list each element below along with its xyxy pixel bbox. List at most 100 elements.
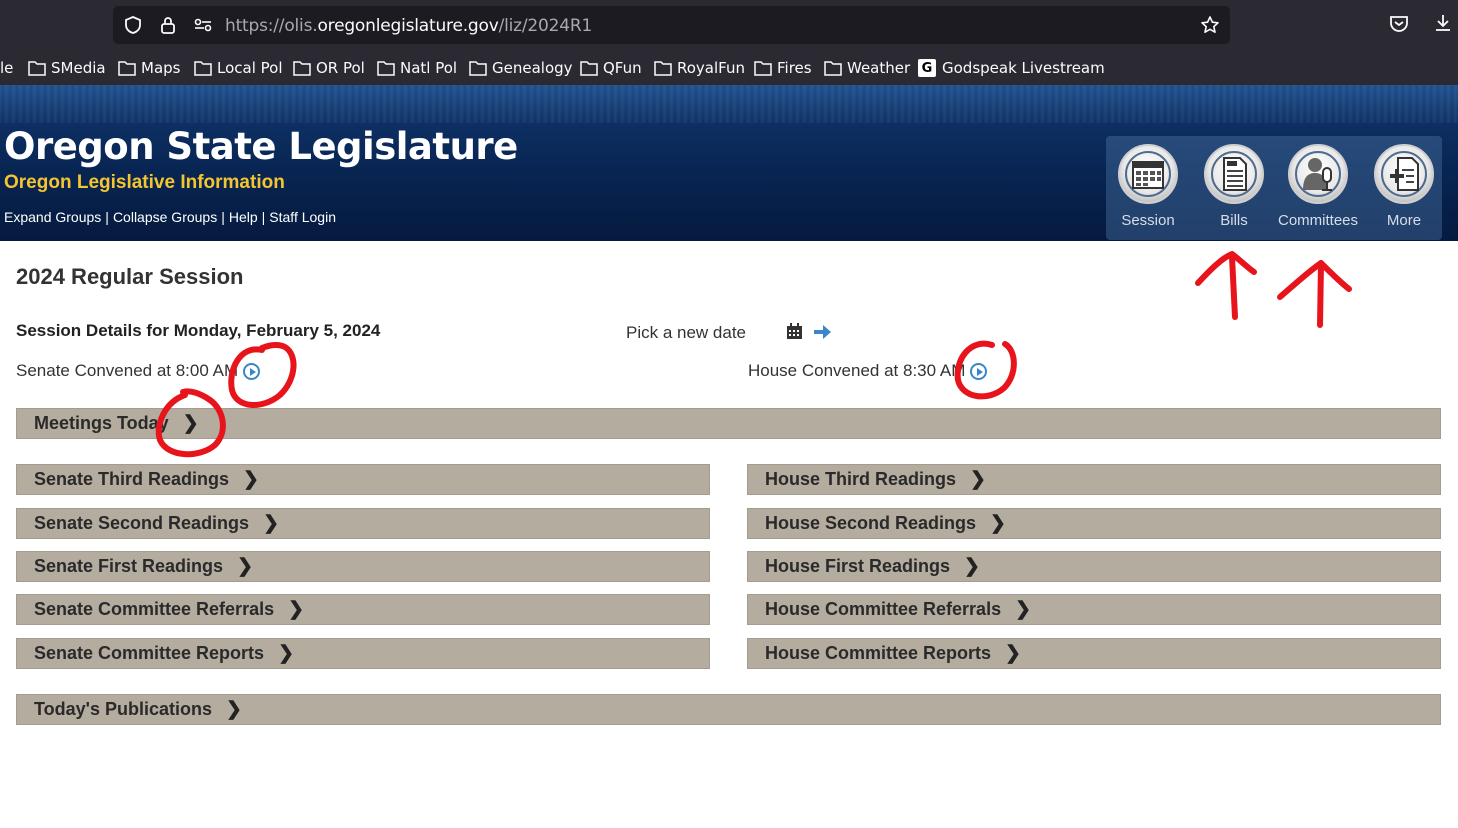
house-convened: House Convened at 8:30 AM xyxy=(748,361,988,381)
meetings-today-group[interactable]: Meetings Today ❯ xyxy=(16,408,1441,439)
site-subtitle: Oregon Legislative Information xyxy=(4,172,285,193)
browser-chrome: https://olis.oregonlegislature.gov/liz/2… xyxy=(0,0,1458,85)
house-third-readings-group[interactable]: House Third Readings ❯ xyxy=(747,464,1441,495)
link-separator: | xyxy=(105,209,109,225)
nav-committees-label: Committees xyxy=(1277,212,1359,229)
folder-icon xyxy=(194,61,212,76)
lock-icon[interactable] xyxy=(158,15,178,35)
help-link[interactable]: Help xyxy=(229,209,258,225)
pocket-icon[interactable] xyxy=(1388,12,1410,34)
senate-first-readings-group[interactable]: Senate First Readings ❯ xyxy=(16,551,710,582)
chevron-right-icon: ❯ xyxy=(225,699,242,720)
calendar-icon xyxy=(1118,144,1178,204)
shield-icon[interactable] xyxy=(123,15,143,35)
pick-date-label: Pick a new date xyxy=(626,323,747,342)
group-label: House First Readings xyxy=(765,556,951,576)
play-video-icon[interactable] xyxy=(243,362,261,380)
permissions-icon[interactable] xyxy=(193,15,213,35)
senate-second-readings-group[interactable]: Senate Second Readings ❯ xyxy=(16,508,710,539)
chevron-right-icon: ❯ xyxy=(237,556,253,577)
bookmark-folder-weather[interactable]: Weather xyxy=(824,56,910,80)
folder-icon xyxy=(377,61,395,76)
bookmark-folder-royalfun[interactable]: RoyalFun xyxy=(654,56,745,80)
group-label: House Committee Referrals xyxy=(765,599,1002,619)
chevron-right-icon: ❯ xyxy=(263,513,279,534)
link-separator: | xyxy=(261,209,266,225)
house-committee-reports-group[interactable]: House Committee Reports ❯ xyxy=(747,638,1441,669)
folder-icon xyxy=(293,61,311,76)
bookmarks-toolbar: le SMedia Maps Local Pol OR Pol Natl Pol… xyxy=(0,56,1458,80)
group-label: Senate Second Readings xyxy=(34,513,250,533)
url-text[interactable]: https://olis.oregonlegislature.gov/liz/2… xyxy=(225,16,592,36)
folder-icon xyxy=(28,61,46,76)
bookmark-folder-or-pol[interactable]: OR Pol xyxy=(293,56,365,80)
nav-more-label: More xyxy=(1386,212,1422,229)
house-committee-referrals-group[interactable]: House Committee Referrals ❯ xyxy=(747,594,1441,625)
bookmark-item[interactable]: le xyxy=(0,56,13,80)
nav-session-button[interactable]: Session xyxy=(1106,136,1190,240)
chevron-right-icon: ❯ xyxy=(1015,599,1031,620)
staff-login-link[interactable]: Staff Login xyxy=(269,209,336,225)
nav-bills-label: Bills xyxy=(1220,212,1248,229)
address-bar[interactable]: https://olis.oregonlegislature.gov/liz/2… xyxy=(113,6,1230,44)
todays-publications-group[interactable]: Today's Publications ❯ xyxy=(16,694,1441,725)
chevron-right-icon: ❯ xyxy=(288,599,305,620)
chevron-right-icon: ❯ xyxy=(182,413,199,434)
expand-groups-link[interactable]: Expand Groups xyxy=(4,209,101,225)
plus-document-icon xyxy=(1374,144,1434,204)
bookmark-star-icon[interactable] xyxy=(1200,15,1220,35)
senate-committee-referrals-group[interactable]: Senate Committee Referrals ❯ xyxy=(16,594,710,625)
senate-third-readings-group[interactable]: Senate Third Readings ❯ xyxy=(16,464,710,495)
microphone-person-icon xyxy=(1288,144,1348,204)
bookmark-folder-smedia[interactable]: SMedia xyxy=(28,56,106,80)
bookmark-folder-natl-pol[interactable]: Natl Pol xyxy=(377,56,457,80)
site-header: Oregon State Legislature Oregon Legislat… xyxy=(0,85,1458,241)
bookmark-folder-fires[interactable]: Fires xyxy=(754,56,812,80)
annotation-arrow-up-icon xyxy=(1195,251,1257,320)
chevron-right-icon: ❯ xyxy=(970,469,986,490)
bill-document-icon xyxy=(1204,144,1264,204)
bookmark-godspeak[interactable]: G Godspeak Livestream xyxy=(918,56,1105,80)
folder-icon xyxy=(824,61,842,76)
annotation-arrow-up-icon xyxy=(1277,260,1352,328)
chevron-right-icon: ❯ xyxy=(243,469,259,490)
group-label: Senate Committee Reports xyxy=(34,643,265,663)
bookmark-folder-genealogy[interactable]: Genealogy xyxy=(469,56,573,80)
download-icon[interactable] xyxy=(1432,12,1454,34)
collapse-groups-link[interactable]: Collapse Groups xyxy=(113,209,217,225)
bookmark-folder-maps[interactable]: Maps xyxy=(118,56,180,80)
bookmark-folder-local-pol[interactable]: Local Pol xyxy=(194,56,283,80)
group-label: House Third Readings xyxy=(765,469,957,489)
group-label: Today's Publications xyxy=(34,699,212,719)
nav-session-label: Session xyxy=(1121,212,1175,229)
folder-icon xyxy=(654,61,672,76)
group-label: Senate First Readings xyxy=(34,556,224,576)
calendar-icon[interactable] xyxy=(786,323,803,340)
nav-committees-button[interactable]: Committees xyxy=(1276,136,1360,240)
bookmark-folder-qfun[interactable]: QFun xyxy=(580,56,642,80)
play-video-icon[interactable] xyxy=(970,362,988,380)
header-links: Expand Groups | Collapse Groups | Help |… xyxy=(4,209,336,225)
senate-committee-reports-group[interactable]: Senate Committee Reports ❯ xyxy=(16,638,710,669)
chevron-right-icon: ❯ xyxy=(278,643,294,664)
link-separator: | xyxy=(221,209,225,225)
house-second-readings-group[interactable]: House Second Readings ❯ xyxy=(747,508,1441,539)
page-title: 2024 Regular Session xyxy=(16,264,244,289)
nav-more-button[interactable]: More xyxy=(1362,136,1446,240)
arrow-right-icon[interactable] xyxy=(813,324,832,340)
main-nav: Session Bills Committees More xyxy=(1106,136,1442,240)
session-details-heading: Session Details for Monday, February 5, … xyxy=(16,321,381,340)
senate-convened-text: Senate Convened at 8:00 AM xyxy=(16,361,239,380)
group-label: House Second Readings xyxy=(765,513,977,533)
group-label: Senate Third Readings xyxy=(34,469,230,489)
folder-icon xyxy=(580,61,598,76)
chevron-right-icon: ❯ xyxy=(990,513,1006,534)
senate-convened: Senate Convened at 8:00 AM xyxy=(16,361,261,381)
folder-icon xyxy=(469,61,487,76)
g-favicon-icon: G xyxy=(918,59,936,77)
house-first-readings-group[interactable]: House First Readings ❯ xyxy=(747,551,1441,582)
group-label: House Committee Reports xyxy=(765,643,992,663)
house-convened-text: House Convened at 8:30 AM xyxy=(748,361,966,380)
site-title[interactable]: Oregon State Legislature xyxy=(4,125,518,168)
nav-bills-button[interactable]: Bills xyxy=(1192,136,1276,240)
